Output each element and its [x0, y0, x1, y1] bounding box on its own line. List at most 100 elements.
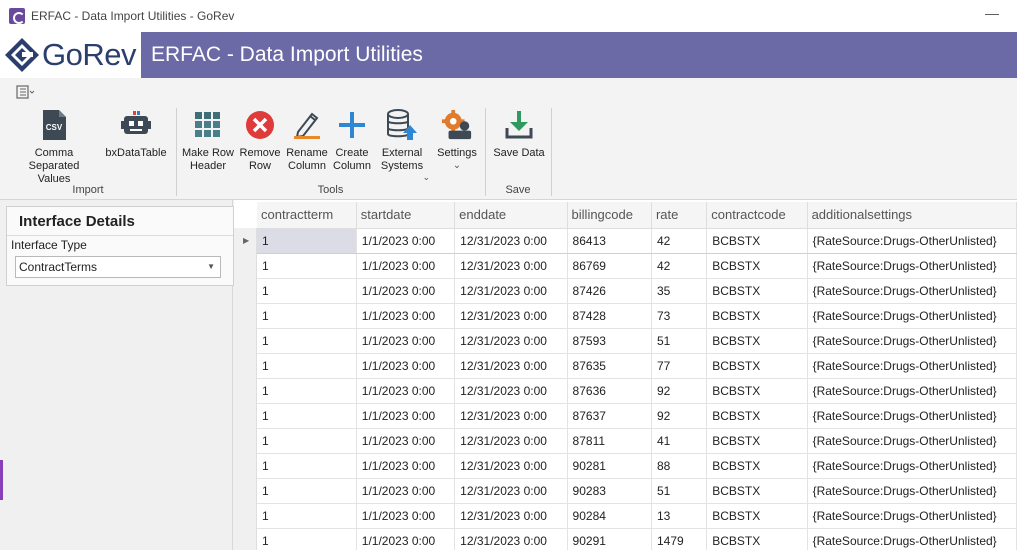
- cell-contractcode[interactable]: BCBSTX: [706, 503, 808, 529]
- external-systems-button[interactable]: External Systems ⌄: [375, 108, 430, 182]
- cell-contractterm[interactable]: 1: [257, 478, 357, 504]
- cell-enddate[interactable]: 12/31/2023 0:00: [454, 303, 568, 329]
- cell-startdate[interactable]: 1/1/2023 0:00: [356, 378, 456, 404]
- cell-contractcode[interactable]: BCBSTX: [706, 428, 808, 454]
- cell-billingcode[interactable]: 90284: [567, 503, 652, 529]
- cell-billingcode[interactable]: 87426: [567, 278, 652, 304]
- cell-startdate[interactable]: 1/1/2023 0:00: [356, 403, 456, 429]
- comma-separated-values-button[interactable]: CSV Comma Separated Values: [9, 108, 99, 186]
- cell-contractterm[interactable]: 1: [257, 328, 357, 354]
- cell-contractterm[interactable]: 1: [257, 378, 357, 404]
- table-row[interactable]: 1 1/1/2023 0:00 12/31/2023 0:00 86413 42 BCBS…: [257, 228, 1017, 254]
- cell-enddate[interactable]: 12/31/2023 0:00: [454, 228, 568, 254]
- cell-rate[interactable]: 1479: [651, 528, 708, 550]
- column-header-startdate[interactable]: startdate: [356, 202, 456, 229]
- column-header-contractcode[interactable]: contractcode: [706, 202, 808, 229]
- cell-contractcode[interactable]: BCBSTX: [706, 453, 808, 479]
- cell-additionalsettings[interactable]: {RateSource:Drugs-OtherUnlisted}: [807, 453, 1017, 479]
- cell-contractterm[interactable]: 1: [257, 353, 357, 379]
- cell-contractterm[interactable]: 1: [257, 428, 357, 454]
- cell-contractcode[interactable]: BCBSTX: [706, 228, 808, 254]
- cell-contractterm[interactable]: 1: [257, 403, 357, 429]
- cell-contractcode[interactable]: BCBSTX: [706, 403, 808, 429]
- cell-contractcode[interactable]: BCBSTX: [706, 253, 808, 279]
- cell-additionalsettings[interactable]: {RateSource:Drugs-OtherUnlisted}: [807, 228, 1017, 254]
- cell-contractcode[interactable]: BCBSTX: [706, 278, 808, 304]
- cell-billingcode[interactable]: 87637: [567, 403, 652, 429]
- minimize-button[interactable]: —: [985, 6, 999, 22]
- quick-access-menu[interactable]: [16, 85, 38, 99]
- cell-contractterm[interactable]: 1: [257, 503, 357, 529]
- cell-rate[interactable]: 13: [651, 503, 708, 529]
- cell-billingcode[interactable]: 90283: [567, 478, 652, 504]
- cell-contractterm[interactable]: 1: [257, 303, 357, 329]
- cell-additionalsettings[interactable]: {RateSource:Drugs-OtherUnlisted}: [807, 403, 1017, 429]
- table-row[interactable]: 1 1/1/2023 0:00 12/31/2023 0:00 87428 73 BCBS…: [257, 303, 1017, 329]
- cell-enddate[interactable]: 12/31/2023 0:00: [454, 278, 568, 304]
- table-row[interactable]: 1 1/1/2023 0:00 12/31/2023 0:00 87426 35 BCBS…: [257, 278, 1017, 304]
- cell-contractcode[interactable]: BCBSTX: [706, 478, 808, 504]
- cell-contractterm[interactable]: 1: [257, 528, 357, 550]
- cell-billingcode[interactable]: 87428: [567, 303, 652, 329]
- cell-contractcode[interactable]: BCBSTX: [706, 353, 808, 379]
- cell-rate[interactable]: 41: [651, 428, 708, 454]
- cell-billingcode[interactable]: 87636: [567, 378, 652, 404]
- cell-startdate[interactable]: 1/1/2023 0:00: [356, 428, 456, 454]
- save-data-button[interactable]: Save Data: [490, 108, 548, 160]
- cell-startdate[interactable]: 1/1/2023 0:00: [356, 303, 456, 329]
- cell-billingcode[interactable]: 87593: [567, 328, 652, 354]
- cell-rate[interactable]: 92: [651, 403, 708, 429]
- cell-enddate[interactable]: 12/31/2023 0:00: [454, 428, 568, 454]
- cell-rate[interactable]: 51: [651, 478, 708, 504]
- table-row[interactable]: 1 1/1/2023 0:00 12/31/2023 0:00 87635 77 BCBS…: [257, 353, 1017, 379]
- cell-rate[interactable]: 42: [651, 228, 708, 254]
- cell-contractcode[interactable]: BCBSTX: [706, 528, 808, 550]
- settings-button[interactable]: Settings ⌄: [434, 108, 480, 172]
- cell-startdate[interactable]: 1/1/2023 0:00: [356, 453, 456, 479]
- column-header-additionalsettings[interactable]: additionalsettings: [807, 202, 1017, 229]
- cell-enddate[interactable]: 12/31/2023 0:00: [454, 328, 568, 354]
- cell-additionalsettings[interactable]: {RateSource:Drugs-OtherUnlisted}: [807, 528, 1017, 550]
- cell-billingcode[interactable]: 86769: [567, 253, 652, 279]
- cell-enddate[interactable]: 12/31/2023 0:00: [454, 528, 568, 550]
- data-grid[interactable]: ▶ contractterm startdate enddate billingcod…: [234, 200, 1017, 550]
- cell-contractterm[interactable]: 1: [257, 453, 357, 479]
- table-row[interactable]: 1 1/1/2023 0:00 12/31/2023 0:00 86769 42 BCBS…: [257, 253, 1017, 279]
- table-row[interactable]: 1 1/1/2023 0:00 12/31/2023 0:00 90291 1479 BC…: [257, 528, 1017, 550]
- column-header-billingcode[interactable]: billingcode: [567, 202, 652, 229]
- cell-additionalsettings[interactable]: {RateSource:Drugs-OtherUnlisted}: [807, 353, 1017, 379]
- cell-enddate[interactable]: 12/31/2023 0:00: [454, 453, 568, 479]
- cell-billingcode[interactable]: 86413: [567, 228, 652, 254]
- cell-startdate[interactable]: 1/1/2023 0:00: [356, 478, 456, 504]
- make-row-header-button[interactable]: Make Row Header: [180, 108, 236, 173]
- cell-additionalsettings[interactable]: {RateSource:Drugs-OtherUnlisted}: [807, 303, 1017, 329]
- table-row[interactable]: 1 1/1/2023 0:00 12/31/2023 0:00 87811 41 BCBS…: [257, 428, 1017, 454]
- cell-contractcode[interactable]: BCBSTX: [706, 378, 808, 404]
- cell-startdate[interactable]: 1/1/2023 0:00: [356, 353, 456, 379]
- create-column-button[interactable]: Create Column: [332, 108, 372, 173]
- cell-startdate[interactable]: 1/1/2023 0:00: [356, 528, 456, 550]
- cell-enddate[interactable]: 12/31/2023 0:00: [454, 253, 568, 279]
- cell-additionalsettings[interactable]: {RateSource:Drugs-OtherUnlisted}: [807, 503, 1017, 529]
- bxdatatable-button[interactable]: bxDataTable: [103, 108, 169, 160]
- table-row[interactable]: 1 1/1/2023 0:00 12/31/2023 0:00 90283 51 BCBS…: [257, 478, 1017, 504]
- column-header-enddate[interactable]: enddate: [454, 202, 568, 229]
- table-row[interactable]: 1 1/1/2023 0:00 12/31/2023 0:00 87593 51 BCBS…: [257, 328, 1017, 354]
- rename-column-button[interactable]: Rename Column: [284, 108, 330, 173]
- cell-enddate[interactable]: 12/31/2023 0:00: [454, 403, 568, 429]
- cell-rate[interactable]: 92: [651, 378, 708, 404]
- column-header-rate[interactable]: rate: [651, 202, 708, 229]
- cell-additionalsettings[interactable]: {RateSource:Drugs-OtherUnlisted}: [807, 278, 1017, 304]
- cell-enddate[interactable]: 12/31/2023 0:00: [454, 353, 568, 379]
- cell-contractcode[interactable]: BCBSTX: [706, 328, 808, 354]
- cell-rate[interactable]: 51: [651, 328, 708, 354]
- column-header-contractterm[interactable]: contractterm: [257, 202, 357, 229]
- cell-contractcode[interactable]: BCBSTX: [706, 303, 808, 329]
- cell-startdate[interactable]: 1/1/2023 0:00: [356, 503, 456, 529]
- cell-billingcode[interactable]: 87635: [567, 353, 652, 379]
- cell-additionalsettings[interactable]: {RateSource:Drugs-OtherUnlisted}: [807, 378, 1017, 404]
- cell-rate[interactable]: 42: [651, 253, 708, 279]
- cell-additionalsettings[interactable]: {RateSource:Drugs-OtherUnlisted}: [807, 253, 1017, 279]
- cell-enddate[interactable]: 12/31/2023 0:00: [454, 478, 568, 504]
- cell-rate[interactable]: 88: [651, 453, 708, 479]
